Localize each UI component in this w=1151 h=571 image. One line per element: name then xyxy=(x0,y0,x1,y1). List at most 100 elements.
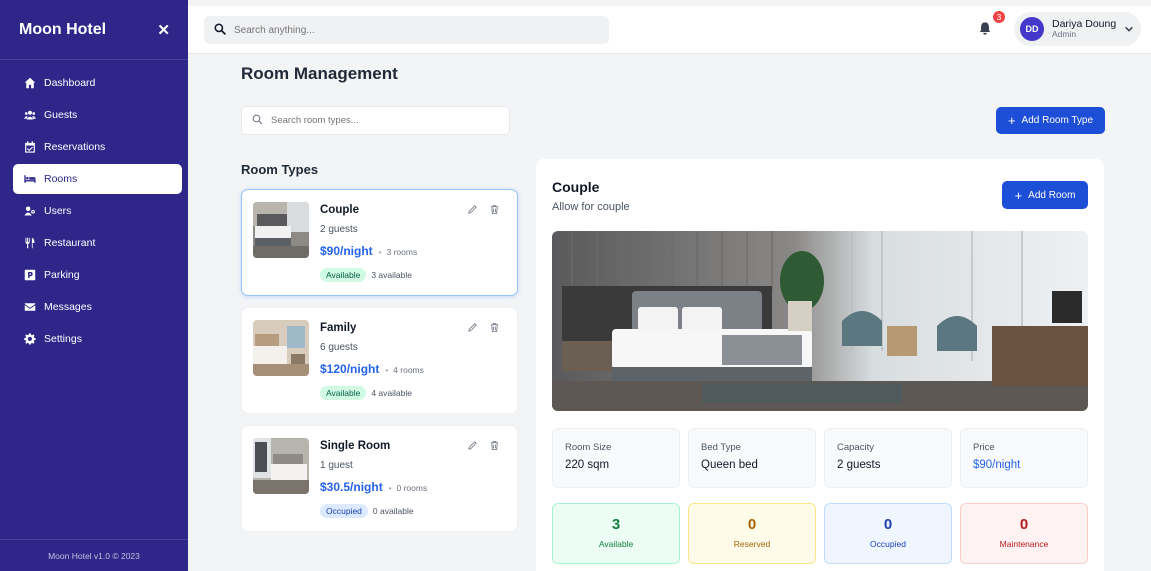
add-room-button[interactable]: + Add Room xyxy=(1002,181,1088,209)
room-type-guests: 2 guests xyxy=(320,224,358,235)
stat-label: Capacity xyxy=(837,442,874,453)
sidebar-item-restaurant[interactable]: Restaurant xyxy=(13,228,182,258)
user-info: Dariya Doung Admin xyxy=(1052,18,1116,40)
utensils-icon xyxy=(24,237,36,249)
stat-label: Bed Type xyxy=(701,442,741,453)
separator-dot: • xyxy=(385,366,389,375)
room-type-card-couple[interactable]: Couple 2 guests $90/night • 3 rooms Avai… xyxy=(241,189,518,296)
trash-icon[interactable] xyxy=(489,322,501,334)
sidebar-item-settings[interactable]: Settings xyxy=(13,324,182,354)
edit-icon[interactable] xyxy=(467,204,479,216)
count-value: 0 xyxy=(883,516,893,533)
edit-icon[interactable] xyxy=(467,440,479,452)
sidebar-item-reservations[interactable]: Reservations xyxy=(13,132,182,162)
room-thumbnail xyxy=(253,202,309,258)
sidebar-header: Moon Hotel ✕ xyxy=(0,0,188,60)
sidebar: Moon Hotel ✕ Dashboard Guests Reservatio… xyxy=(0,0,188,571)
chevron-down-icon xyxy=(1124,24,1134,34)
room-type-actions xyxy=(457,322,501,334)
user-role: Admin xyxy=(1052,29,1077,40)
bed-icon xyxy=(24,173,36,185)
room-thumbnail xyxy=(253,438,309,494)
room-type-name: Couple xyxy=(320,204,359,216)
status-badge: Available xyxy=(320,386,367,400)
room-type-detail: Couple Allow for couple + Add Room Room … xyxy=(536,159,1104,571)
search-icon xyxy=(214,23,226,38)
add-room-type-button[interactable]: + Add Room Type xyxy=(996,107,1105,134)
room-type-available: 3 available xyxy=(371,270,412,280)
room-type-search-input[interactable] xyxy=(271,115,491,126)
plus-icon: + xyxy=(1014,187,1023,203)
user-group-icon xyxy=(24,205,36,217)
sidebar-item-label: Messages xyxy=(44,301,92,313)
users-icon xyxy=(24,109,36,121)
stat-price: Price $90/night xyxy=(960,428,1088,488)
room-type-status-row: Available 3 available xyxy=(320,268,412,282)
trash-icon[interactable] xyxy=(489,204,501,216)
trash-icon[interactable] xyxy=(489,440,501,452)
parking-icon xyxy=(24,269,36,281)
stat-bed-type: Bed Type Queen bed xyxy=(688,428,816,488)
sidebar-item-label: Restaurant xyxy=(44,237,96,249)
gear-icon xyxy=(24,333,36,345)
room-type-rooms: 0 rooms xyxy=(396,483,428,493)
stat-value: Queen bed xyxy=(701,459,758,471)
count-label: Occupied xyxy=(870,539,906,549)
separator-dot: • xyxy=(388,484,392,493)
room-type-name: Family xyxy=(320,322,357,334)
sidebar-item-parking[interactable]: Parking xyxy=(13,260,182,290)
user-menu[interactable]: DD Dariya Doung Admin xyxy=(1014,12,1141,46)
room-type-price-row: $90/night • 3 rooms xyxy=(320,244,417,258)
room-type-card-single-room[interactable]: Single Room 1 guest $30.5/night • 0 room… xyxy=(241,425,518,532)
sidebar-item-guests[interactable]: Guests xyxy=(13,100,182,130)
room-type-available: 0 available xyxy=(372,506,414,516)
plus-icon: + xyxy=(1007,113,1016,128)
sidebar-item-rooms[interactable]: Rooms xyxy=(13,164,182,194)
bell-icon xyxy=(978,22,992,38)
sidebar-item-label: Guests xyxy=(44,109,78,121)
topbar: 3 DD Dariya Doung Admin xyxy=(188,6,1151,54)
detail-title: Couple xyxy=(552,179,600,195)
calendar-check-icon xyxy=(24,141,36,153)
room-type-guests: 1 guest xyxy=(320,460,353,471)
sidebar-item-dashboard[interactable]: Dashboard xyxy=(13,68,182,98)
room-type-price: $90/night xyxy=(320,244,373,258)
stat-value: 2 guests xyxy=(837,459,881,471)
count-maintenance: 0 Maintenance xyxy=(960,503,1088,564)
add-room-type-label: Add Room Type xyxy=(1021,115,1094,126)
room-type-rooms: 3 rooms xyxy=(386,247,418,257)
sidebar-item-users[interactable]: Users xyxy=(13,196,182,226)
count-label: Maintenance xyxy=(999,539,1049,549)
add-room-label: Add Room xyxy=(1028,189,1076,201)
separator-dot: • xyxy=(378,248,382,257)
notification-button[interactable] xyxy=(978,21,994,37)
close-icon[interactable]: ✕ xyxy=(157,21,170,39)
stat-label: Price xyxy=(973,442,995,453)
room-types-title: Room Types xyxy=(241,162,319,177)
count-reserved: 0 Reserved xyxy=(688,503,816,564)
room-type-search xyxy=(241,106,510,135)
room-type-price: $30.5/night xyxy=(320,480,383,494)
sidebar-item-label: Users xyxy=(44,205,72,217)
room-type-available: 4 available xyxy=(371,388,412,398)
sidebar-item-messages[interactable]: Messages xyxy=(13,292,182,322)
envelope-icon xyxy=(24,301,36,313)
count-label: Available xyxy=(598,539,634,549)
status-badge: Occupied xyxy=(320,504,368,518)
room-photo xyxy=(552,231,1088,411)
count-value: 3 xyxy=(611,516,621,533)
edit-icon[interactable] xyxy=(467,322,479,334)
global-search-input[interactable] xyxy=(234,24,594,36)
sidebar-item-label: Dashboard xyxy=(44,77,96,89)
stat-capacity: Capacity 2 guests xyxy=(824,428,952,488)
count-value: 0 xyxy=(1019,516,1029,533)
sidebar-item-label: Rooms xyxy=(44,173,78,185)
room-type-card-family[interactable]: Family 6 guests $120/night • 4 rooms Ava… xyxy=(241,307,518,414)
global-search xyxy=(204,16,609,44)
notification-badge: 3 xyxy=(993,11,1005,23)
avatar: DD xyxy=(1020,17,1044,41)
count-value: 0 xyxy=(747,516,757,533)
room-thumbnail xyxy=(253,320,309,376)
home-icon xyxy=(24,77,36,89)
count-occupied: 0 Occupied xyxy=(824,503,952,564)
